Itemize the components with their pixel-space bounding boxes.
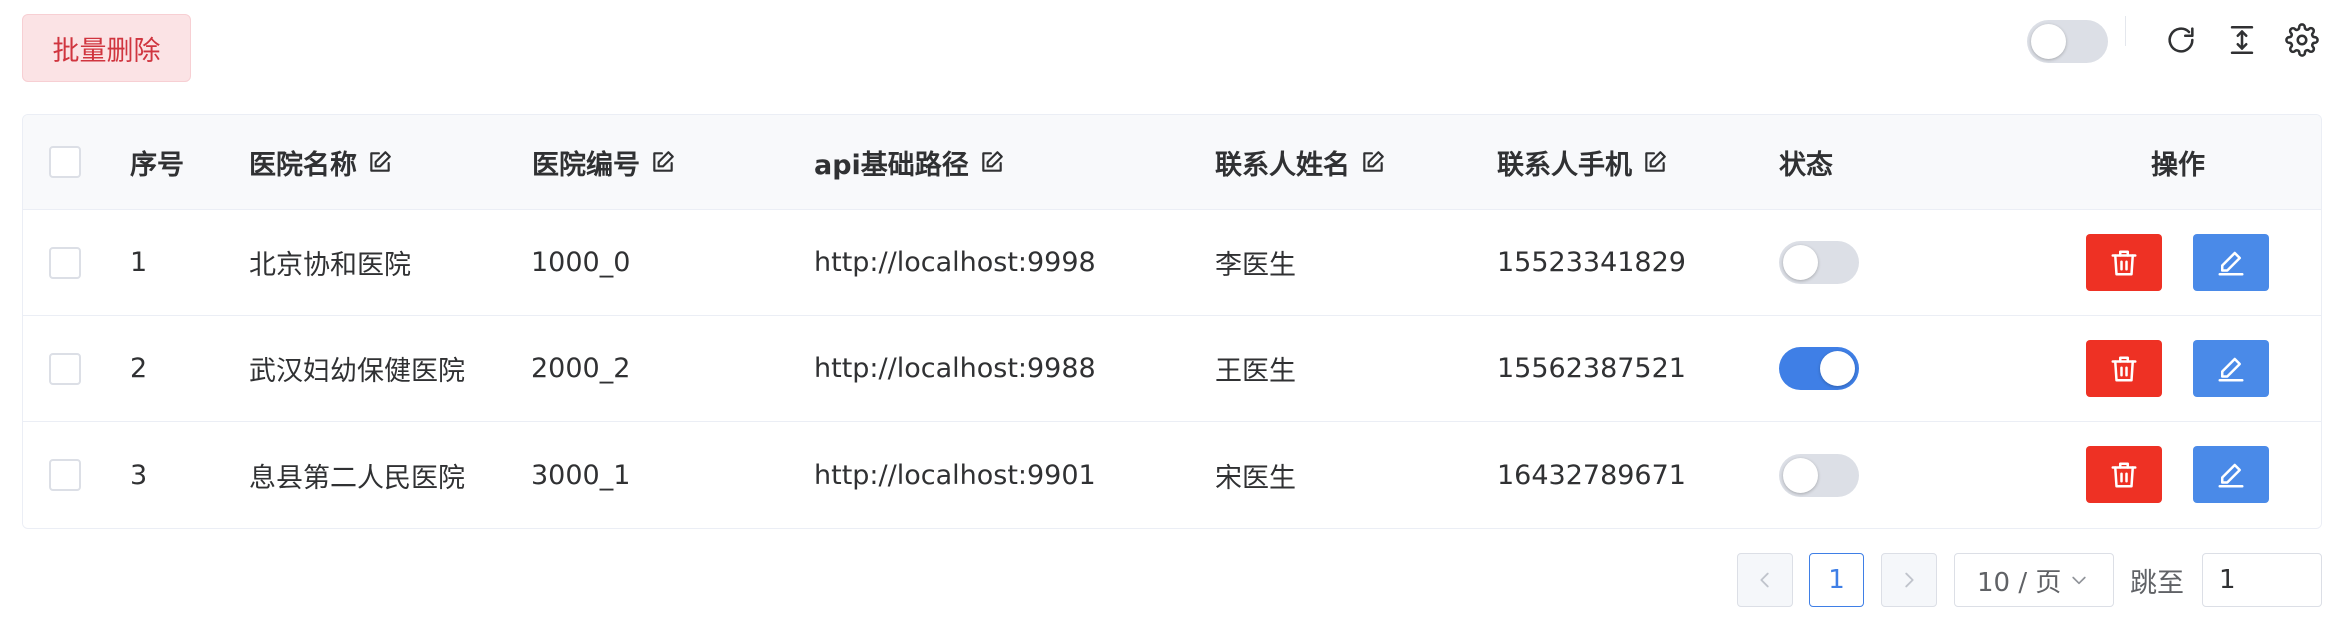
page-button-current[interactable]: 1 xyxy=(1809,553,1864,607)
cell-index: 3 xyxy=(130,459,148,491)
cell-api-path: http://localhost:9988 xyxy=(814,353,1096,384)
status-switch[interactable] xyxy=(1779,453,1859,497)
header-hospital-name-label: 医院名称 xyxy=(249,149,357,181)
cell-contact-name: 王医生 xyxy=(1215,356,1296,387)
header-hospital-name[interactable]: 医院名称 xyxy=(249,115,393,209)
toggle-knob xyxy=(2031,24,2066,59)
batch-delete-button[interactable]: 批量删除 xyxy=(22,14,191,82)
toolbar-divider xyxy=(2125,16,2126,46)
top-toggle-switch[interactable] xyxy=(2027,20,2108,63)
delete-button[interactable] xyxy=(2086,234,2162,291)
column-height-icon[interactable] xyxy=(2224,22,2260,58)
chevron-right-icon xyxy=(1905,572,1914,588)
cell-contact-name: 李医生 xyxy=(1215,250,1296,281)
cell-hospital-code: 1000_0 xyxy=(531,247,631,278)
cell-hospital-name: 北京协和医院 xyxy=(249,250,411,281)
cell-contact-phone: 15562387521 xyxy=(1497,353,1686,384)
table-row: 3 息县第二人民医院 3000_1 http://localhost:9901 … xyxy=(23,422,2321,528)
cell-contact-phone: 16432789671 xyxy=(1497,459,1686,491)
cell-index: 1 xyxy=(130,247,148,278)
table-row: 1 北京协和医院 1000_0 http://localhost:9998 李医… xyxy=(23,210,2321,316)
status-switch[interactable] xyxy=(1779,241,1859,284)
cell-contact-phone: 15523341829 xyxy=(1497,247,1686,278)
cell-api-path: http://localhost:9998 xyxy=(814,247,1096,278)
row-checkbox[interactable] xyxy=(49,352,81,385)
select-all-checkbox[interactable] xyxy=(49,146,81,178)
switch-knob xyxy=(1820,351,1855,386)
header-api-path[interactable]: api基础路径 xyxy=(814,115,1005,209)
delete-button[interactable] xyxy=(2086,446,2162,503)
table-header: 序号 医院名称 医院编号 api基础路径 联系人姓名 联系人手机 状态 操作 xyxy=(23,115,2321,210)
trash-icon xyxy=(2111,250,2137,275)
pencil-icon xyxy=(2218,251,2244,275)
cell-index: 2 xyxy=(130,353,148,384)
chevron-down-icon xyxy=(2072,576,2087,585)
cell-hospital-code: 2000_2 xyxy=(531,353,631,384)
prev-page-button[interactable] xyxy=(1737,553,1793,607)
cell-hospital-name: 息县第二人民医院 xyxy=(249,462,465,494)
jump-page-input[interactable]: 1 xyxy=(2202,553,2322,607)
cell-contact-name: 宋医生 xyxy=(1215,462,1296,494)
row-checkbox[interactable] xyxy=(49,246,81,279)
edit-icon xyxy=(370,151,391,172)
header-contact-name[interactable]: 联系人姓名 xyxy=(1215,115,1386,209)
edit-button[interactable] xyxy=(2193,340,2269,397)
hospital-table: 序号 医院名称 医院编号 api基础路径 联系人姓名 联系人手机 状态 操作 1… xyxy=(22,114,2322,529)
pencil-icon xyxy=(2218,463,2244,487)
refresh-icon[interactable] xyxy=(2163,22,2199,58)
header-contact-phone-label: 联系人手机 xyxy=(1497,149,1632,181)
row-checkbox[interactable] xyxy=(49,459,81,491)
edit-icon xyxy=(1645,151,1666,172)
cell-hospital-code: 3000_1 xyxy=(531,459,631,491)
switch-knob xyxy=(1783,457,1818,493)
header-contact-name-label: 联系人姓名 xyxy=(1215,149,1350,181)
settings-icon[interactable] xyxy=(2284,22,2320,58)
header-hospital-code-label: 医院编号 xyxy=(532,149,640,181)
header-contact-phone[interactable]: 联系人手机 xyxy=(1497,115,1668,209)
header-status: 状态 xyxy=(1779,149,1833,181)
trash-icon xyxy=(2111,462,2137,487)
header-actions: 操作 xyxy=(2151,149,2205,181)
status-switch[interactable] xyxy=(1779,347,1859,390)
trash-icon xyxy=(2111,356,2137,381)
cell-api-path: http://localhost:9901 xyxy=(814,459,1096,491)
table-row: 2 武汉妇幼保健医院 2000_2 http://localhost:9988 … xyxy=(23,316,2321,422)
delete-button[interactable] xyxy=(2086,340,2162,397)
page-size-value: 10 / 页 xyxy=(1977,567,2062,598)
switch-knob xyxy=(1783,245,1818,280)
cell-hospital-name: 武汉妇幼保健医院 xyxy=(249,356,465,387)
chevron-left-icon xyxy=(1760,572,1769,588)
page-size-select[interactable]: 10 / 页 xyxy=(1954,553,2114,607)
next-page-button[interactable] xyxy=(1881,553,1937,607)
edit-icon xyxy=(653,151,674,172)
header-hospital-code[interactable]: 医院编号 xyxy=(532,115,676,209)
header-api-path-label: api基础路径 xyxy=(814,149,969,181)
header-index: 序号 xyxy=(130,149,184,181)
jump-label: 跳至 xyxy=(2130,567,2184,599)
edit-icon xyxy=(982,151,1003,172)
edit-button[interactable] xyxy=(2193,446,2269,503)
edit-button[interactable] xyxy=(2193,234,2269,291)
edit-icon xyxy=(1363,151,1384,172)
pencil-icon xyxy=(2218,357,2244,381)
